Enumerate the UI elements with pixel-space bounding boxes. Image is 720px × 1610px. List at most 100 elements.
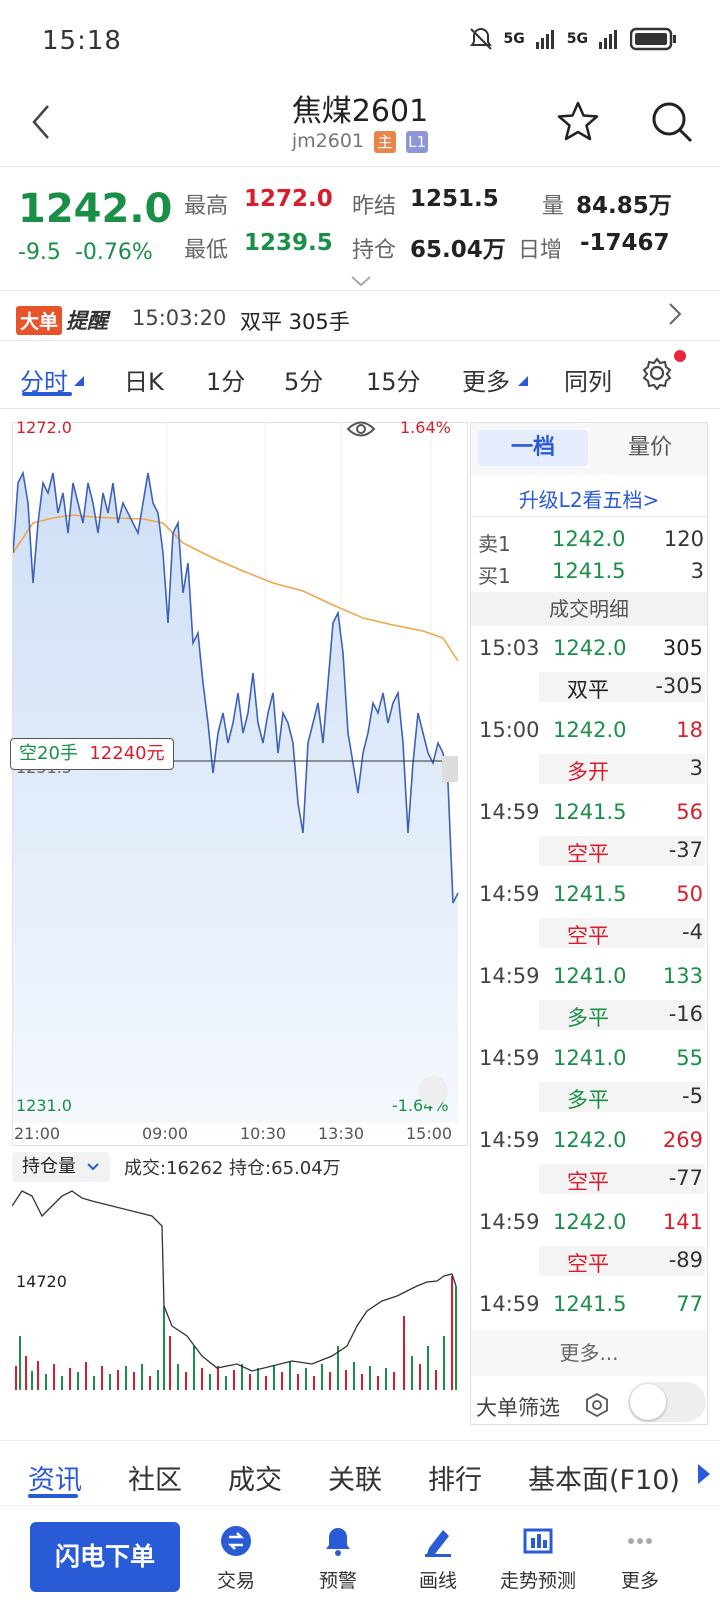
tab-ranking[interactable]: 排行 — [428, 1458, 482, 1497]
trade-row: 14:59 1241.5 50 空平 -4 — [471, 874, 707, 956]
upgrade-l2-link[interactable]: 升级L2看五档> — [471, 484, 707, 513]
y-axis-bottom: 1231.0 — [16, 1096, 72, 1115]
price-area — [13, 473, 458, 1123]
tab-same-row[interactable]: 同列 — [564, 362, 612, 397]
settings-button[interactable] — [640, 356, 674, 394]
chart-fullscreen-button[interactable] — [418, 1076, 448, 1106]
more-button[interactable]: 更多 — [590, 1524, 690, 1593]
eye-button[interactable] — [346, 418, 376, 444]
alert-text: 双平 305手 — [240, 310, 350, 334]
trade-oi-change: -305 — [655, 674, 703, 698]
star-icon — [557, 101, 599, 141]
bid-price: 1241.5 — [552, 559, 626, 583]
prev-settle-label: 昨结 — [352, 194, 397, 219]
oi-volume-chart[interactable] — [11, 1186, 468, 1390]
intraday-chart[interactable] — [12, 422, 468, 1146]
large-order-filter-label: 大单筛选 — [476, 1396, 560, 1420]
trade-volume: 269 — [662, 1128, 703, 1152]
trade-price: 1241.5 — [553, 882, 627, 906]
x-label-2: 10:30 — [240, 1124, 287, 1143]
trade-price: 1242.0 — [553, 1210, 627, 1234]
ask-volume: 120 — [663, 527, 704, 551]
flash-order-button[interactable]: 闪电下单 — [30, 1522, 180, 1592]
divider — [471, 516, 707, 517]
high-label: 最高 — [184, 194, 229, 219]
tab-more[interactable]: 更多 — [462, 362, 510, 397]
trade-volume: 50 — [676, 882, 703, 906]
trade-time: 14:59 — [479, 1128, 540, 1152]
last-price: 1242.0 — [18, 186, 173, 232]
pencil-icon — [425, 1530, 451, 1557]
draw-button[interactable]: 画线 — [388, 1524, 488, 1593]
search-button[interactable] — [650, 100, 694, 148]
trade-volume: 305 — [662, 636, 703, 660]
tab-15min[interactable]: 15分 — [366, 362, 421, 397]
scroll-right-icon[interactable] — [698, 1464, 710, 1484]
tab-fundamentals[interactable]: 基本面(F10) — [528, 1458, 680, 1497]
tab-dropdown-indicator — [74, 376, 84, 386]
oi-label: 持仓 — [352, 238, 397, 263]
tab-trades[interactable]: 成交 — [228, 1458, 282, 1497]
sub-indicator-select[interactable]: 持仓量 — [12, 1152, 110, 1182]
alert-button[interactable]: 预警 — [288, 1524, 388, 1593]
tab-dropdown-indicator — [518, 376, 528, 386]
trade-button[interactable]: 交易 — [186, 1524, 286, 1593]
tab-community[interactable]: 社区 — [128, 1458, 182, 1497]
trade-type-bg — [539, 754, 705, 784]
gear-icon — [642, 357, 672, 391]
trade-row: 15:03 1242.0 305 双平 -305 — [471, 628, 707, 710]
sub-level-label: 14720 — [16, 1272, 67, 1291]
favorite-button[interactable] — [556, 100, 600, 146]
tab-level1[interactable]: 一档 — [478, 430, 588, 466]
trade-time: 14:59 — [479, 882, 540, 906]
alert-label: 预警 — [318, 1570, 357, 1592]
chevron-down-icon — [351, 276, 371, 287]
tab-5min[interactable]: 5分 — [284, 362, 323, 397]
tab-related[interactable]: 关联 — [328, 1458, 382, 1497]
x-label-0: 21:00 — [14, 1124, 61, 1143]
trade-type: 空平 — [567, 842, 609, 866]
trade-price: 1241.5 — [553, 1292, 627, 1316]
trade-type: 空平 — [567, 924, 609, 948]
expand-button[interactable] — [350, 272, 372, 291]
large-order-alert[interactable] — [0, 296, 720, 340]
trade-time: 15:03 — [479, 636, 540, 660]
trade-time: 14:59 — [479, 800, 540, 824]
trend-forecast-button[interactable]: 走势预测 — [488, 1524, 588, 1593]
filter-settings-icon[interactable] — [584, 1392, 610, 1422]
nav-tab-underline — [28, 1494, 78, 1498]
trade-type: 多开 — [567, 760, 609, 784]
tab-daily-k[interactable]: 日K — [124, 362, 164, 397]
trade-oi-change: -89 — [668, 1248, 703, 1272]
divider — [0, 408, 720, 409]
divider — [0, 166, 720, 167]
trade-oi-change: -16 — [668, 1002, 703, 1026]
daily-inc-value: -17467 — [580, 230, 670, 256]
signal-icon — [535, 30, 554, 49]
trade-row: 14:59 1242.0 141 空平 -89 — [471, 1202, 707, 1284]
more-trades-button[interactable]: 更多... — [471, 1330, 707, 1376]
position-tag[interactable]: 空20手 12240元 — [10, 738, 174, 770]
chart-handle[interactable] — [442, 756, 458, 782]
change-value: -9.5 — [18, 240, 61, 265]
low-label: 最低 — [184, 238, 229, 263]
trade-price: 1241.0 — [553, 964, 627, 988]
prev-settle-value: 1251.5 — [410, 186, 499, 212]
trade-price: 1241.0 — [553, 1046, 627, 1070]
tab-1min[interactable]: 1分 — [206, 362, 245, 397]
tab-news[interactable]: 资讯 — [28, 1458, 82, 1497]
open-interest-line — [11, 1190, 457, 1372]
signal-icon — [599, 30, 617, 49]
chevron-right-icon[interactable] — [666, 300, 684, 332]
trade-volume: 56 — [676, 800, 703, 824]
tab-volume-price[interactable]: 量价 — [600, 430, 700, 466]
volume-bars — [15, 1276, 457, 1390]
divider — [0, 340, 720, 341]
trade-row: 14:59 1241.0 133 多平 -16 — [471, 956, 707, 1038]
bid-volume: 3 — [690, 559, 704, 583]
trade-volume: 18 — [676, 718, 703, 742]
mute-bell-icon — [469, 27, 492, 50]
trade-volume: 55 — [676, 1046, 703, 1070]
trade-type: 空平 — [567, 1170, 609, 1194]
oi-value: 65.04万 — [410, 237, 506, 263]
